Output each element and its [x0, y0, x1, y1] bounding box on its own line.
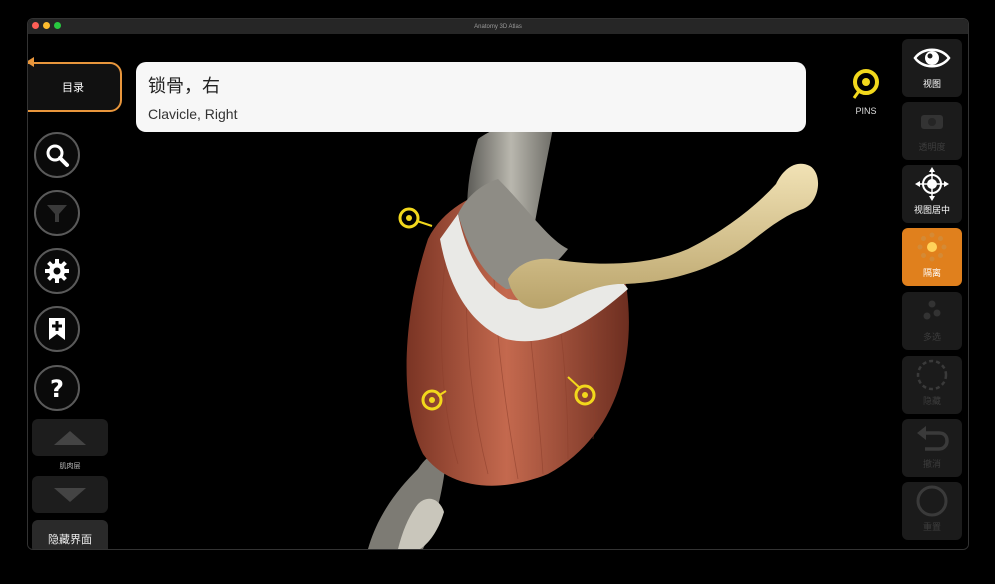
- help-button[interactable]: ?: [34, 365, 80, 411]
- contents-label: 目录: [62, 81, 84, 94]
- isolate-button[interactable]: 隔离: [902, 228, 962, 286]
- transparency-label: 透明度: [918, 143, 946, 153]
- title-bar: Anatomy 3D Atlas: [28, 19, 968, 34]
- filter-icon: [47, 205, 67, 222]
- multi-select-label: 多选: [922, 333, 941, 343]
- hide-button[interactable]: 隐藏: [902, 356, 962, 414]
- hide-label: 隐藏: [922, 397, 941, 407]
- minimize-window-button[interactable]: [43, 22, 50, 29]
- pin-icon: [852, 69, 879, 99]
- layer-up-button[interactable]: [32, 419, 108, 456]
- contents-button[interactable]: 目录: [28, 62, 122, 112]
- reset-label: 重置: [922, 523, 941, 533]
- undo-button[interactable]: 撤消: [902, 419, 962, 477]
- filter-button[interactable]: [34, 190, 80, 236]
- close-window-button[interactable]: [32, 22, 39, 29]
- crosshair-icon: [915, 167, 949, 201]
- pin-marker[interactable]: [398, 207, 433, 229]
- reset-button[interactable]: 重置: [902, 482, 962, 540]
- hide-ui-button[interactable]: 隐藏界面: [32, 520, 108, 549]
- center-view-label: 视图居中: [913, 206, 950, 216]
- eye-icon: [913, 48, 951, 68]
- pins-button[interactable]: PINS: [846, 68, 886, 116]
- layer-down-button[interactable]: [32, 476, 108, 513]
- multi-select-icon: [923, 300, 941, 320]
- back-arrow-icon: [28, 57, 34, 67]
- structure-info-card[interactable]: 锁骨，右 Clavicle, Right: [136, 62, 806, 132]
- svg-text:?: ?: [50, 375, 64, 401]
- triangle-up-icon: [54, 430, 86, 445]
- isolate-label: 隔离: [922, 269, 941, 279]
- window-title: Anatomy 3D Atlas: [474, 23, 522, 30]
- center-view-button[interactable]: 视图居中: [902, 165, 962, 223]
- structure-name-zh: 锁骨，右: [148, 76, 220, 97]
- undo-icon: [917, 426, 949, 451]
- window-controls: [32, 22, 61, 29]
- isolate-icon: [917, 232, 947, 262]
- view-label: 视图: [922, 80, 941, 90]
- search-button[interactable]: [34, 132, 80, 178]
- triangle-down-icon: [54, 487, 86, 502]
- transparency-icon: [921, 115, 943, 129]
- settings-button[interactable]: [34, 248, 80, 294]
- gear-icon: [45, 259, 69, 283]
- pins-label: PINS: [855, 106, 877, 116]
- undo-label: 撤消: [922, 460, 941, 470]
- reset-icon: [916, 485, 948, 517]
- app-window: Anatomy 3D Atlas 目录 锁骨，右 Clavicle, Right…: [27, 18, 969, 550]
- multi-select-button[interactable]: 多选: [902, 292, 962, 350]
- zoom-window-button[interactable]: [54, 22, 61, 29]
- transparency-button[interactable]: 透明度: [902, 102, 962, 160]
- bookmark-button[interactable]: [34, 306, 80, 352]
- view-button[interactable]: 视图: [902, 39, 962, 97]
- hide-icon: [916, 359, 948, 391]
- 3d-viewport[interactable]: 目录 锁骨，右 Clavicle, Right ? 肌肉层 隐藏界面 PINS …: [28, 34, 968, 549]
- help-icon: ?: [50, 375, 64, 401]
- bookmark-add-icon: [49, 318, 65, 340]
- search-icon: [46, 144, 69, 167]
- structure-name-en: Clavicle, Right: [148, 106, 238, 122]
- layer-label: 肌肉层: [59, 462, 81, 470]
